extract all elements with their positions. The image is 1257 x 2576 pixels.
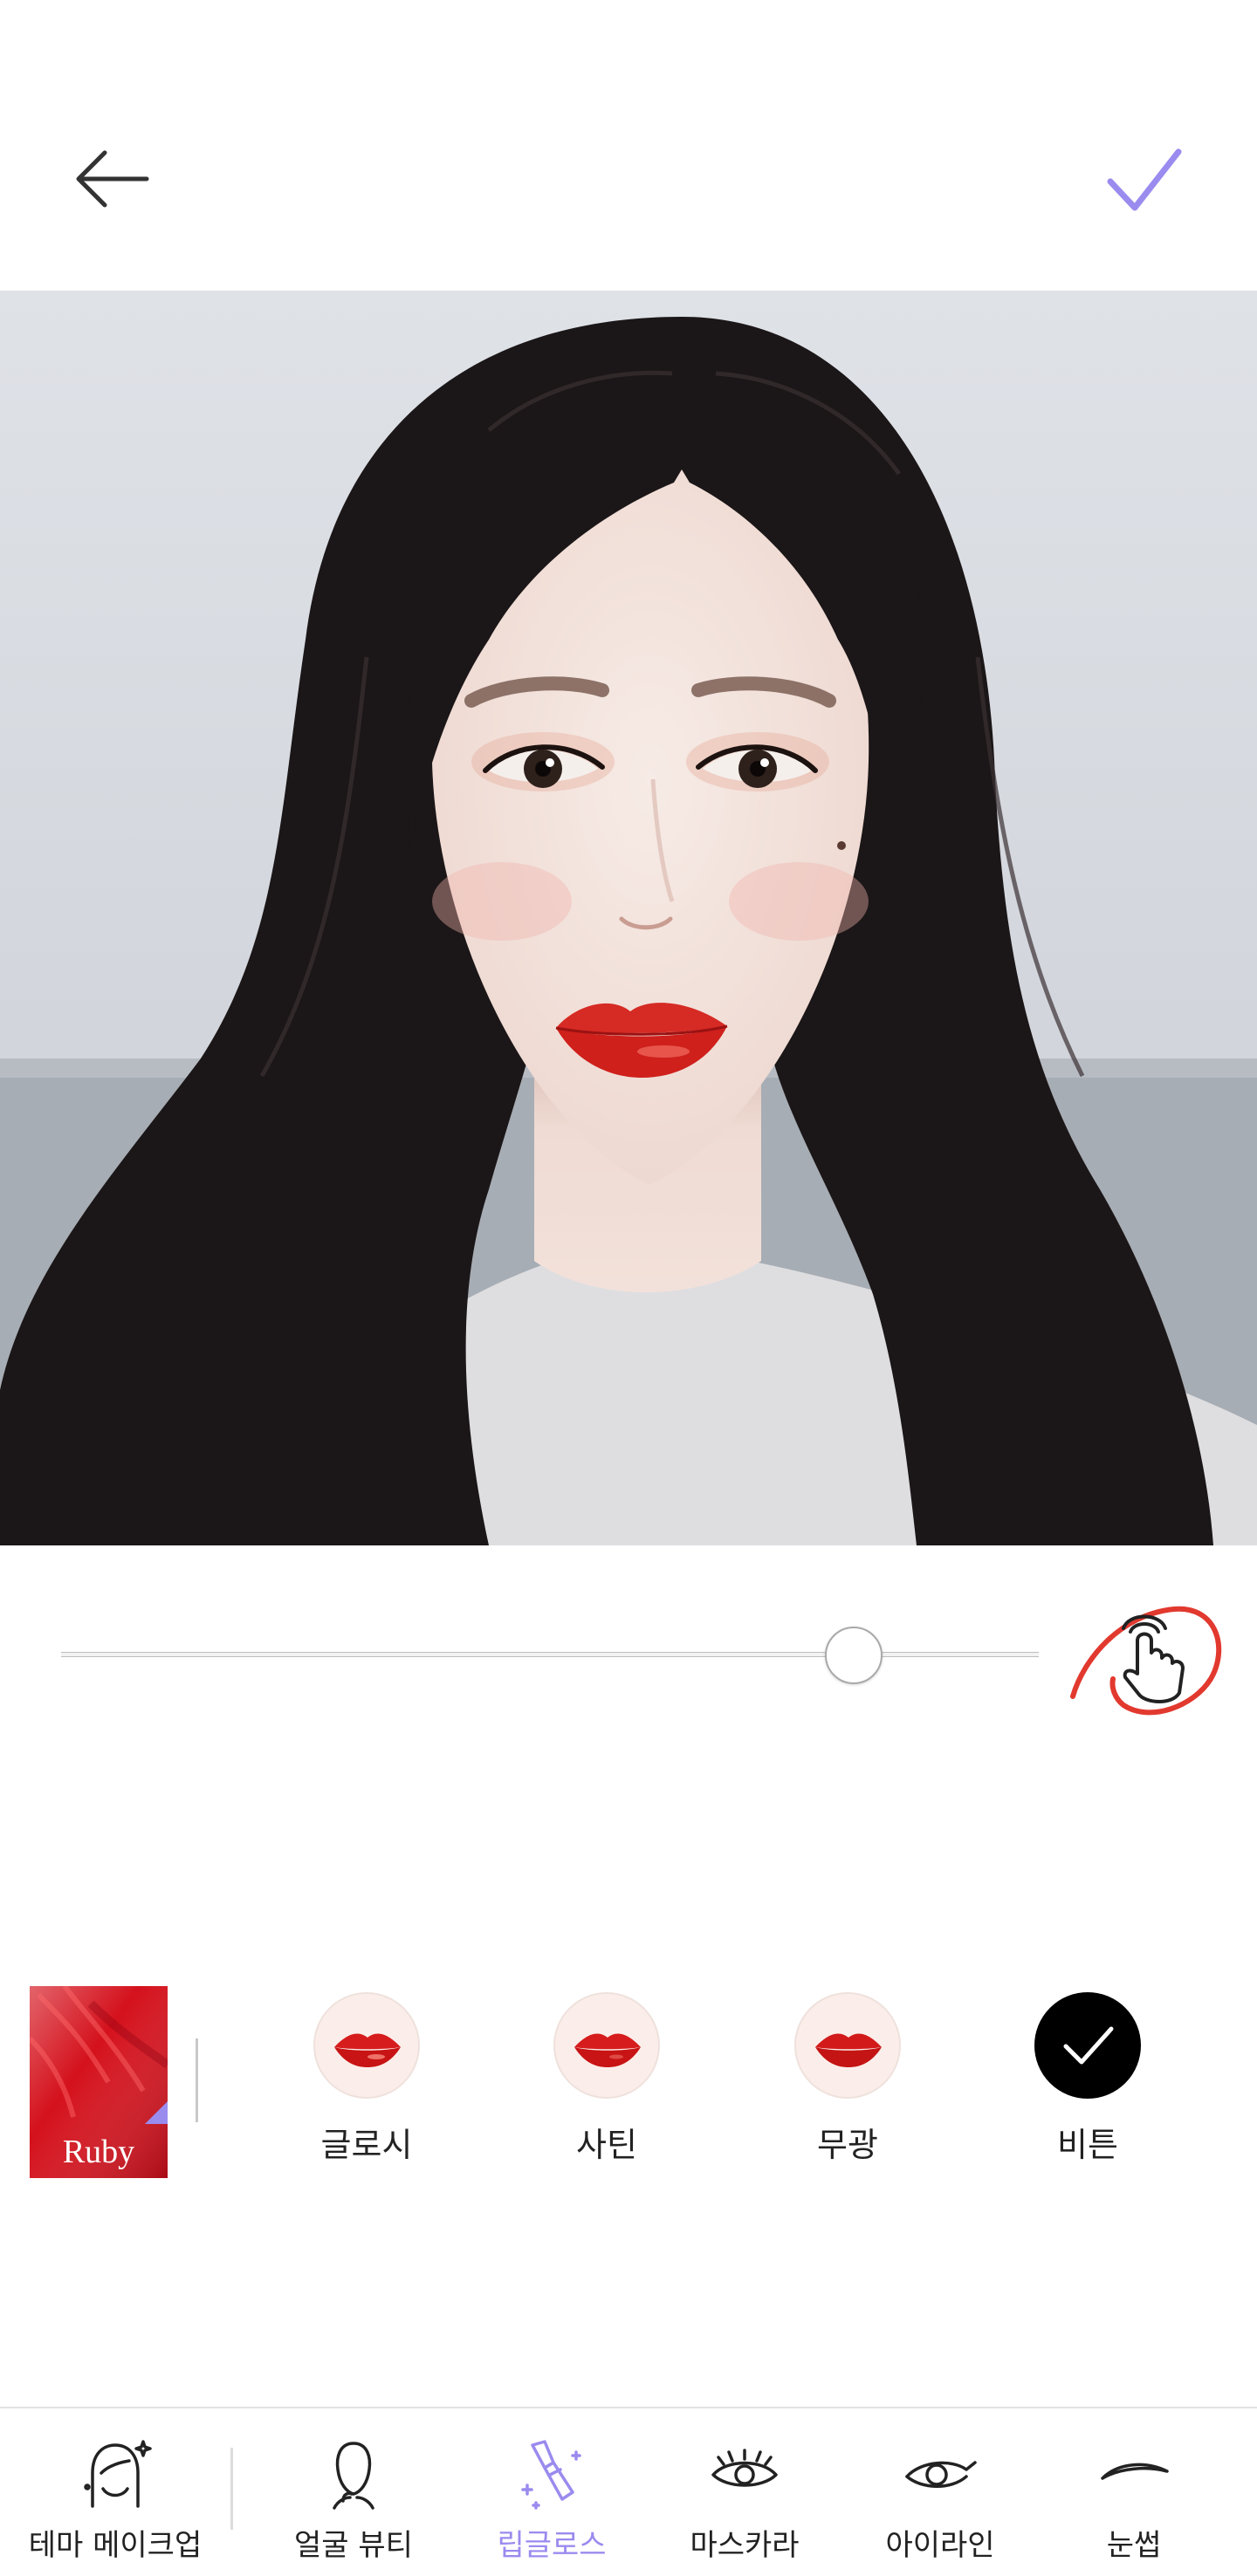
- finish-label: 무광: [817, 2126, 878, 2164]
- lip-color-swatch[interactable]: Ruby: [30, 1986, 168, 2178]
- nav-label: 마스카라: [690, 2528, 800, 2563]
- nav-lip-gloss[interactable]: 립글로스: [447, 2435, 656, 2574]
- nav-label: 립글로스: [497, 2528, 607, 2563]
- nav-label: 얼굴 뷰티: [294, 2528, 413, 2563]
- slider-thumb[interactable]: [825, 1627, 883, 1684]
- theme-makeup-icon: [79, 2436, 152, 2510]
- finish-option-vitton[interactable]: 비튼: [1000, 1990, 1175, 2173]
- lips-icon: [815, 2033, 882, 2067]
- finish-label: 글로시: [320, 2126, 413, 2164]
- confirm-button[interactable]: [1102, 140, 1185, 218]
- intensity-slider[interactable]: [61, 1626, 1039, 1684]
- check-icon: [1063, 2026, 1114, 2065]
- finish-option-satin[interactable]: 사틴: [519, 1990, 694, 2173]
- bottom-nav: 테마 메이크업 얼굴 뷰티 립글로스 마스카라 아이라인 눈썹: [0, 2407, 1257, 2576]
- lips-icon: [574, 2033, 641, 2067]
- finish-option-glossy[interactable]: 글로시: [279, 1990, 454, 2173]
- nav-label: 테마 메이크업: [28, 2528, 203, 2563]
- eyebrow-icon: [1097, 2436, 1171, 2510]
- finish-label: 사틴: [576, 2126, 637, 2164]
- photo-preview: [0, 291, 1257, 1545]
- finish-thumbnail[interactable]: [553, 1992, 660, 2099]
- slider-track[interactable]: [61, 1652, 1039, 1657]
- finish-thumbnail[interactable]: [313, 1992, 420, 2099]
- finish-thumbnail[interactable]: [794, 1992, 901, 2099]
- nav-theme-makeup[interactable]: 테마 메이크업: [10, 2435, 220, 2574]
- nav-label: 아이라인: [885, 2528, 995, 2563]
- finish-option-matte[interactable]: 무광: [760, 1990, 935, 2173]
- check-icon: [1107, 148, 1182, 211]
- hand-pointer-icon: [1070, 1606, 1222, 1716]
- mascara-icon: [708, 2436, 781, 2510]
- touch-edit-button[interactable]: [1052, 1588, 1226, 1728]
- portrait-image: [0, 291, 1257, 1545]
- eyeliner-icon: [903, 2436, 977, 2510]
- nav-eyebrow[interactable]: 눈썹: [1029, 2435, 1239, 2574]
- divider: [196, 2038, 198, 2122]
- face-beauty-icon: [317, 2436, 390, 2510]
- lipstick-icon: [515, 2436, 588, 2510]
- lips-icon: [334, 2033, 401, 2067]
- nav-divider: [230, 2448, 233, 2530]
- nav-eyeliner[interactable]: 아이라인: [835, 2435, 1045, 2574]
- back-button[interactable]: [70, 144, 154, 214]
- arrow-left-icon: [76, 150, 149, 208]
- nav-face-beauty[interactable]: 얼굴 뷰티: [249, 2435, 458, 2574]
- finish-thumbnail[interactable]: [1034, 1992, 1141, 2099]
- swatch-label: Ruby: [62, 2134, 135, 2170]
- nav-label: 눈썹: [1106, 2528, 1162, 2563]
- beauty-mark: [837, 841, 846, 850]
- finish-label: 비튼: [1057, 2126, 1118, 2164]
- nav-mascara[interactable]: 마스카라: [640, 2435, 849, 2574]
